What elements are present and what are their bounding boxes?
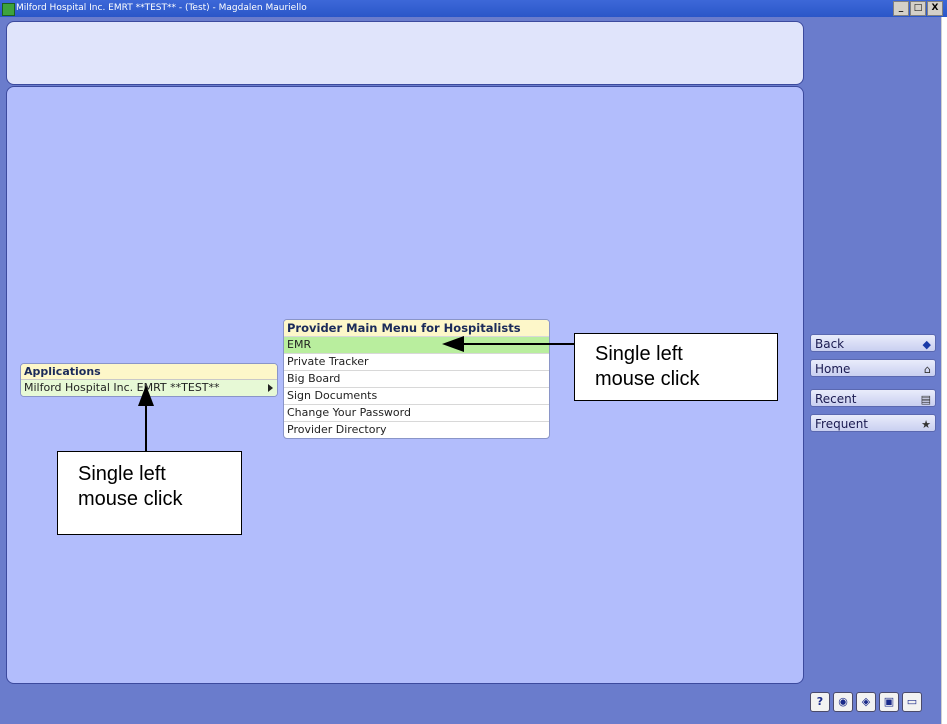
house-icon: ⌂	[924, 363, 931, 376]
frequent-label: Frequent	[815, 417, 868, 431]
recent-label: Recent	[815, 392, 857, 406]
bottom-toolbar: ? ◉ ◈ ▣ ▭	[810, 692, 922, 712]
callout-arrows	[138, 336, 574, 451]
home-label: Home	[815, 362, 851, 376]
left-arrow-icon: ◆	[922, 338, 931, 351]
home-button[interactable]: Home ⌂	[810, 359, 936, 377]
back-button[interactable]: Back ◆	[810, 334, 936, 352]
globe-icon[interactable]: ◉	[833, 692, 853, 712]
frequent-docs-icon: ★	[921, 418, 931, 431]
app-window: Milford Hospital Inc. EMRT **TEST** - (T…	[0, 0, 947, 724]
back-label: Back	[815, 337, 845, 351]
settings-icon[interactable]: ◈	[856, 692, 876, 712]
lock-icon[interactable]: ▣	[879, 692, 899, 712]
right-arrow-head	[442, 336, 464, 352]
help-icon[interactable]: ?	[810, 692, 830, 712]
exit-icon[interactable]: ▭	[902, 692, 922, 712]
recent-docs-icon: ▤	[920, 393, 931, 406]
left-arrow-head	[138, 385, 154, 406]
recent-button[interactable]: Recent ▤	[810, 389, 936, 407]
frequent-button[interactable]: Frequent ★	[810, 414, 936, 432]
